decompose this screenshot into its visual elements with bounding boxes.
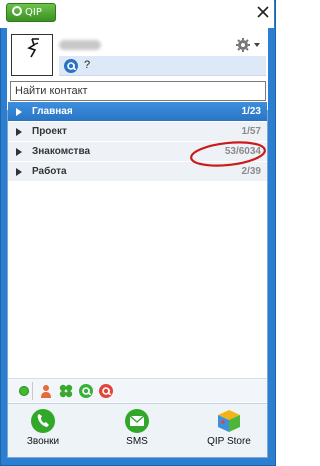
- at-green-icon[interactable]: [78, 383, 94, 399]
- envelope-icon: [125, 409, 149, 433]
- person-status-icon[interactable]: [38, 383, 54, 399]
- store-label: QIP Store: [207, 436, 251, 447]
- clover-icon[interactable]: [58, 383, 74, 399]
- group-count: 1/23: [241, 106, 261, 117]
- expand-arrow-icon: [16, 168, 22, 176]
- search-input[interactable]: [10, 81, 266, 101]
- status-message-row[interactable]: ?: [59, 56, 266, 76]
- sms-button[interactable]: SMS: [102, 408, 172, 456]
- qip-menu-button[interactable]: QIP: [6, 3, 56, 22]
- group-main[interactable]: Главная 1/23: [8, 102, 267, 122]
- divider: [32, 382, 33, 400]
- title-bar: QIP: [0, 0, 274, 28]
- group-name: Проект: [32, 126, 67, 137]
- calls-button[interactable]: Звонки: [8, 408, 78, 456]
- nickname-row: [59, 36, 264, 56]
- gear-icon: [236, 38, 260, 52]
- status-at-icon[interactable]: [63, 58, 79, 74]
- close-button[interactable]: [256, 5, 270, 19]
- group-name: Знакомства: [32, 146, 91, 157]
- calls-label: Звонки: [26, 436, 60, 447]
- avatar-figure-icon: [27, 38, 39, 58]
- settings-menu-button[interactable]: [235, 37, 263, 53]
- nickname-blurred: [59, 40, 101, 50]
- expand-arrow-icon: [16, 128, 22, 136]
- qip-store-button[interactable]: QIP Store: [194, 408, 264, 456]
- online-status-icon[interactable]: [16, 383, 32, 399]
- status-text: ?: [84, 59, 91, 71]
- avatar[interactable]: [11, 34, 53, 76]
- group-name: Главная: [32, 106, 73, 117]
- at-red-icon[interactable]: [98, 383, 114, 399]
- expand-arrow-icon: [16, 108, 22, 116]
- group-name: Работа: [32, 166, 67, 177]
- status-icons-bar: [8, 378, 267, 402]
- highlight-ellipse-annotation: [190, 141, 266, 167]
- phone-icon: [31, 409, 55, 433]
- bottom-toolbar: Звонки SMS QIP Store: [8, 403, 267, 457]
- store-cube-icon: [218, 410, 240, 432]
- close-icon: [257, 6, 269, 18]
- qip-logo-label: QIP: [25, 7, 42, 18]
- qip-logo-icon: [12, 6, 22, 16]
- group-count: 1/57: [241, 126, 261, 137]
- expand-arrow-icon: [16, 148, 22, 156]
- profile-header: ?: [7, 28, 268, 110]
- sms-label: SMS: [126, 436, 148, 447]
